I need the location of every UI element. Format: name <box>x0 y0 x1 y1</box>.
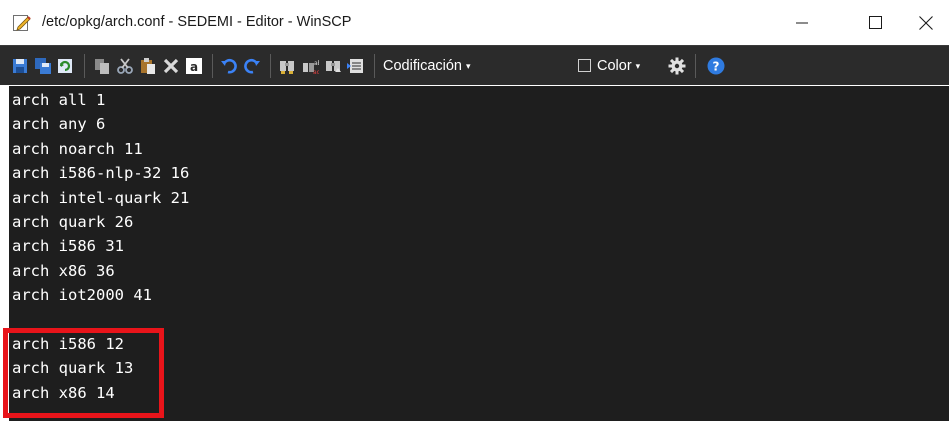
goto-line-icon[interactable] <box>347 57 365 75</box>
toolbar-separator <box>212 54 213 78</box>
select-all-icon[interactable]: a <box>185 57 203 75</box>
reload-icon[interactable] <box>56 57 74 75</box>
close-icon <box>919 15 933 30</box>
encoding-dropdown[interactable]: Codificación ▾ <box>383 57 471 76</box>
copy-icon[interactable] <box>93 57 111 75</box>
color-dropdown[interactable]: Color ▾ <box>597 57 640 76</box>
editor-line[interactable]: arch x86 14 <box>12 381 115 405</box>
redo-icon[interactable] <box>243 57 261 75</box>
winscp-editor-window: /etc/opkg/arch.conf - SEDEMI - Editor - … <box>0 0 949 421</box>
cut-icon[interactable] <box>116 57 134 75</box>
settings-icon[interactable] <box>668 57 686 75</box>
color-label: Color <box>597 58 632 74</box>
replace-icon[interactable]: ab ac <box>301 57 319 75</box>
editor-line[interactable]: arch all 1 <box>12 88 105 112</box>
svg-text:?: ? <box>713 60 720 74</box>
maximize-icon <box>868 16 882 29</box>
toolbar-separator <box>270 54 271 78</box>
encoding-label: Codificación <box>383 58 462 74</box>
editor-line[interactable]: arch i586-nlp-32 16 <box>12 161 189 185</box>
editor-toolbar: a abac Codificación▾ Color▾ <box>0 45 949 85</box>
svg-text:ab: ab <box>314 60 319 67</box>
color-checkbox[interactable] <box>578 59 591 72</box>
find-next-icon[interactable] <box>324 57 342 75</box>
window-title: /etc/opkg/arch.conf - SEDEMI - Editor - … <box>42 14 352 30</box>
save-icon[interactable] <box>11 57 29 75</box>
help-icon[interactable]: ? <box>707 57 725 75</box>
editor-line[interactable]: arch intel-quark 21 <box>12 186 189 210</box>
find-icon[interactable] <box>278 57 296 75</box>
toolbar-separator <box>695 54 696 78</box>
editor-line[interactable]: arch x86 36 <box>12 259 115 283</box>
title-bar: /etc/opkg/arch.conf - SEDEMI - Editor - … <box>0 0 949 45</box>
chevron-down-icon: ▾ <box>466 61 471 71</box>
paste-icon[interactable] <box>139 57 157 75</box>
editor-line[interactable]: arch noarch 11 <box>12 137 143 161</box>
minimize-icon <box>796 22 808 23</box>
toolbar-separator <box>374 54 375 78</box>
editor-line[interactable]: arch i586 31 <box>12 234 124 258</box>
editor-line[interactable]: arch any 6 <box>12 112 105 136</box>
editor-line[interactable]: arch i586 12 <box>12 332 124 356</box>
chevron-down-icon: ▾ <box>635 61 641 71</box>
save-all-icon[interactable] <box>34 57 52 75</box>
svg-text:a: a <box>190 60 198 74</box>
close-button[interactable] <box>903 0 949 45</box>
minimize-button[interactable] <box>779 0 825 45</box>
editor-line[interactable]: arch iot2000 41 <box>12 283 152 307</box>
toolbar-separator <box>84 54 85 78</box>
undo-icon[interactable] <box>220 57 238 75</box>
editor-app-icon <box>12 13 32 33</box>
editor-line[interactable]: arch quark 26 <box>12 210 133 234</box>
svg-text:ac: ac <box>313 69 319 75</box>
text-editor-area[interactable]: arch all 1 arch any 6 arch noarch 11 arch i… <box>9 86 949 421</box>
delete-icon[interactable] <box>162 57 180 75</box>
maximize-button[interactable] <box>852 0 898 45</box>
editor-left-border <box>0 86 9 421</box>
editor-line[interactable]: arch quark 13 <box>12 356 133 380</box>
